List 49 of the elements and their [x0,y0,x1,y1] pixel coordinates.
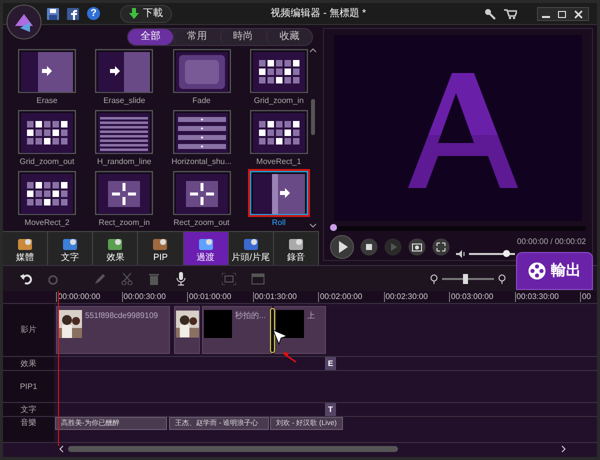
video-clip[interactable]: 秒拍的... [202,306,272,354]
track-label: 影片 [20,324,36,336]
video-clip[interactable]: 551f898cde9989109 [56,306,170,354]
transition-label: Erase [36,95,58,106]
clip-title: 上 [307,310,315,322]
transition-label: Horizontal_shu... [171,156,232,167]
track-label: 音樂 [20,417,36,429]
category-tab[interactable]: 文字 [48,232,94,265]
transition-label: Rect_zoom_out [173,217,230,228]
filter-tab[interactable]: 常用 [173,29,220,45]
time-tick: 00:01:30:00 [252,292,297,302]
time-tick: 00:03:30:00 [514,292,559,302]
category-tab[interactable]: PIP [138,232,184,265]
time-tick: 00 [580,292,591,302]
time-tick: 00:01:00:00 [187,292,232,302]
time-tick: 00:00:30:00 [122,292,166,302]
filter-tab[interactable]: 時尚 [220,29,266,45]
filter-tab[interactable]: 收藏 [266,29,312,45]
category-tab[interactable]: 錄音 [274,232,319,265]
category-tab[interactable]: 媒體 [3,232,48,265]
track-label: 效果 [20,358,36,370]
transition-label: MoveRect_1 [256,156,302,167]
transition-label: MoveRect_2 [24,217,70,228]
transition-label: Roll [272,217,286,228]
transition-label: Grid_zoom_in [254,95,304,106]
time-tick: 00:02:30:00 [384,292,428,302]
download-button[interactable]: 下載 [120,4,172,22]
transition-label: Erase_slide [103,95,146,106]
category-tab[interactable]: 效果 [93,232,138,265]
track-marker[interactable]: E [325,357,336,370]
time-display: 00:00:00 / 00:00:02 [517,236,586,248]
clip-title: 秒拍的... [235,310,266,322]
category-tab[interactable]: 過渡 [184,232,229,265]
window-title: 视频编辑器 - 無標題 * [270,6,366,21]
time-tick: 00:02:00:00 [318,292,362,302]
export-button[interactable]: 輸出 [516,252,593,290]
transition-label: Grid_zoom_out [20,156,74,167]
track-label: PIP1 [20,380,38,392]
transition-label: Rect_zoom_in [98,217,150,228]
track-label: 文字 [20,404,36,416]
category-tab[interactable]: 片頭/片尾 [228,232,274,265]
time-tick: 00:03:00:00 [449,292,494,302]
track-marker[interactable]: T [325,403,336,416]
transition-label: Fade [192,95,211,106]
help-button[interactable]: ? [87,7,100,20]
clip-title: 551f898cde9989109 [85,310,158,322]
filter-tab[interactable]: 全部 [128,29,174,45]
video-clip[interactable]: 上 [274,306,326,354]
transition-label: H_random_line [97,156,152,167]
